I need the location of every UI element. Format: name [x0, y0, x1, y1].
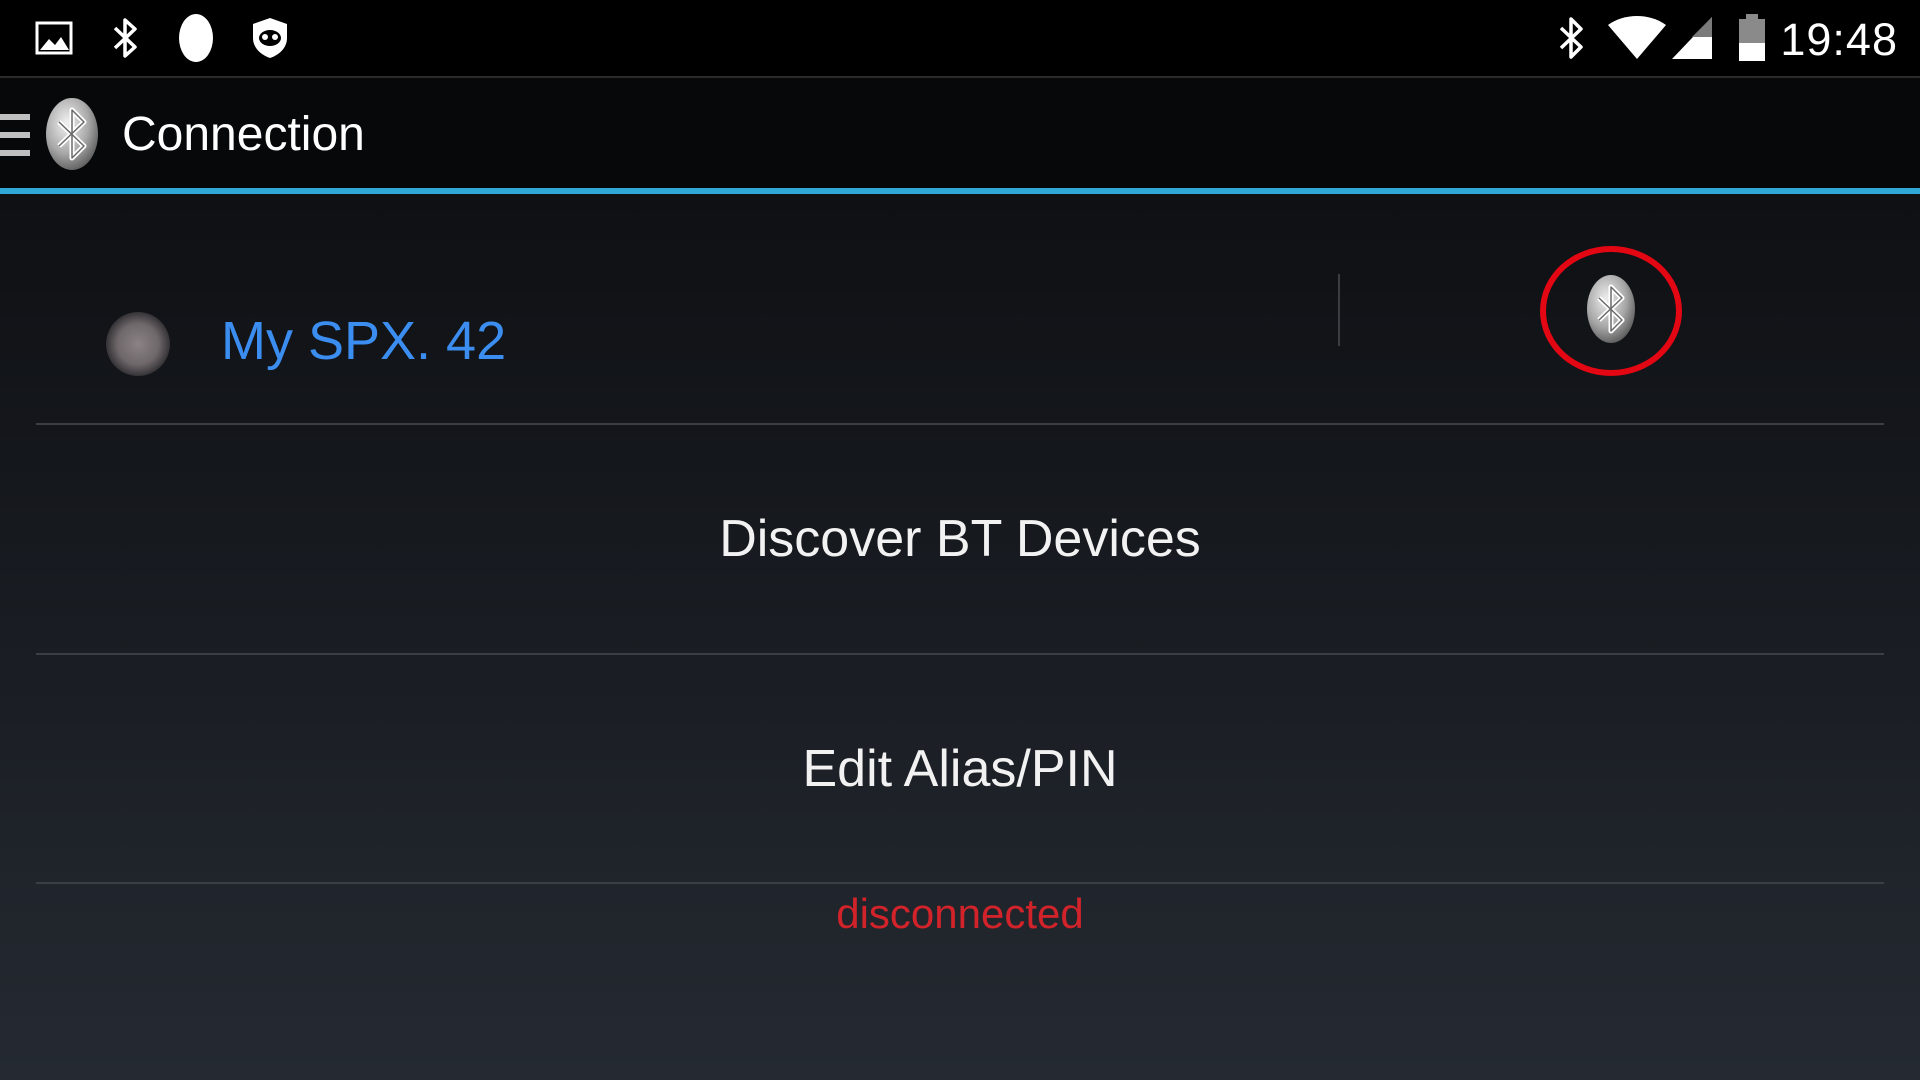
page-title: Connection [122, 108, 365, 161]
device-row[interactable]: My SPX. 42 [36, 194, 1884, 424]
battery-icon [1736, 0, 1768, 76]
clock: 19:48 [1780, 14, 1898, 65]
bluetooth-connect-button[interactable] [1540, 246, 1682, 376]
device-name[interactable]: My SPX. 42 [221, 306, 506, 376]
edit-alias-pin-button[interactable]: Edit Alias/PIN [36, 655, 1884, 883]
status-bar: 19:48 [0, 0, 1920, 76]
connection-status-indicator [106, 312, 170, 376]
action-bar: Connection [0, 78, 1920, 188]
bluetooth-icon [108, 0, 144, 76]
device-row-separator [1338, 274, 1340, 346]
oval-notification-icon [176, 0, 216, 76]
drawer-menu-icon[interactable] [0, 112, 30, 158]
privacy-guard-icon [248, 0, 292, 76]
discover-bt-devices-button[interactable]: Discover BT Devices [36, 425, 1884, 653]
bluetooth-icon [1554, 0, 1590, 76]
image-icon [34, 0, 74, 76]
signal-icon [1670, 0, 1714, 76]
connection-status-text: disconnected [836, 890, 1084, 937]
screen: 19:48 Connection My SPX. 42 Discover BT … [0, 0, 1920, 1080]
wifi-icon [1606, 0, 1668, 76]
app-bluetooth-icon[interactable] [44, 96, 100, 172]
bluetooth-icon [1585, 273, 1637, 350]
divider [36, 882, 1884, 884]
